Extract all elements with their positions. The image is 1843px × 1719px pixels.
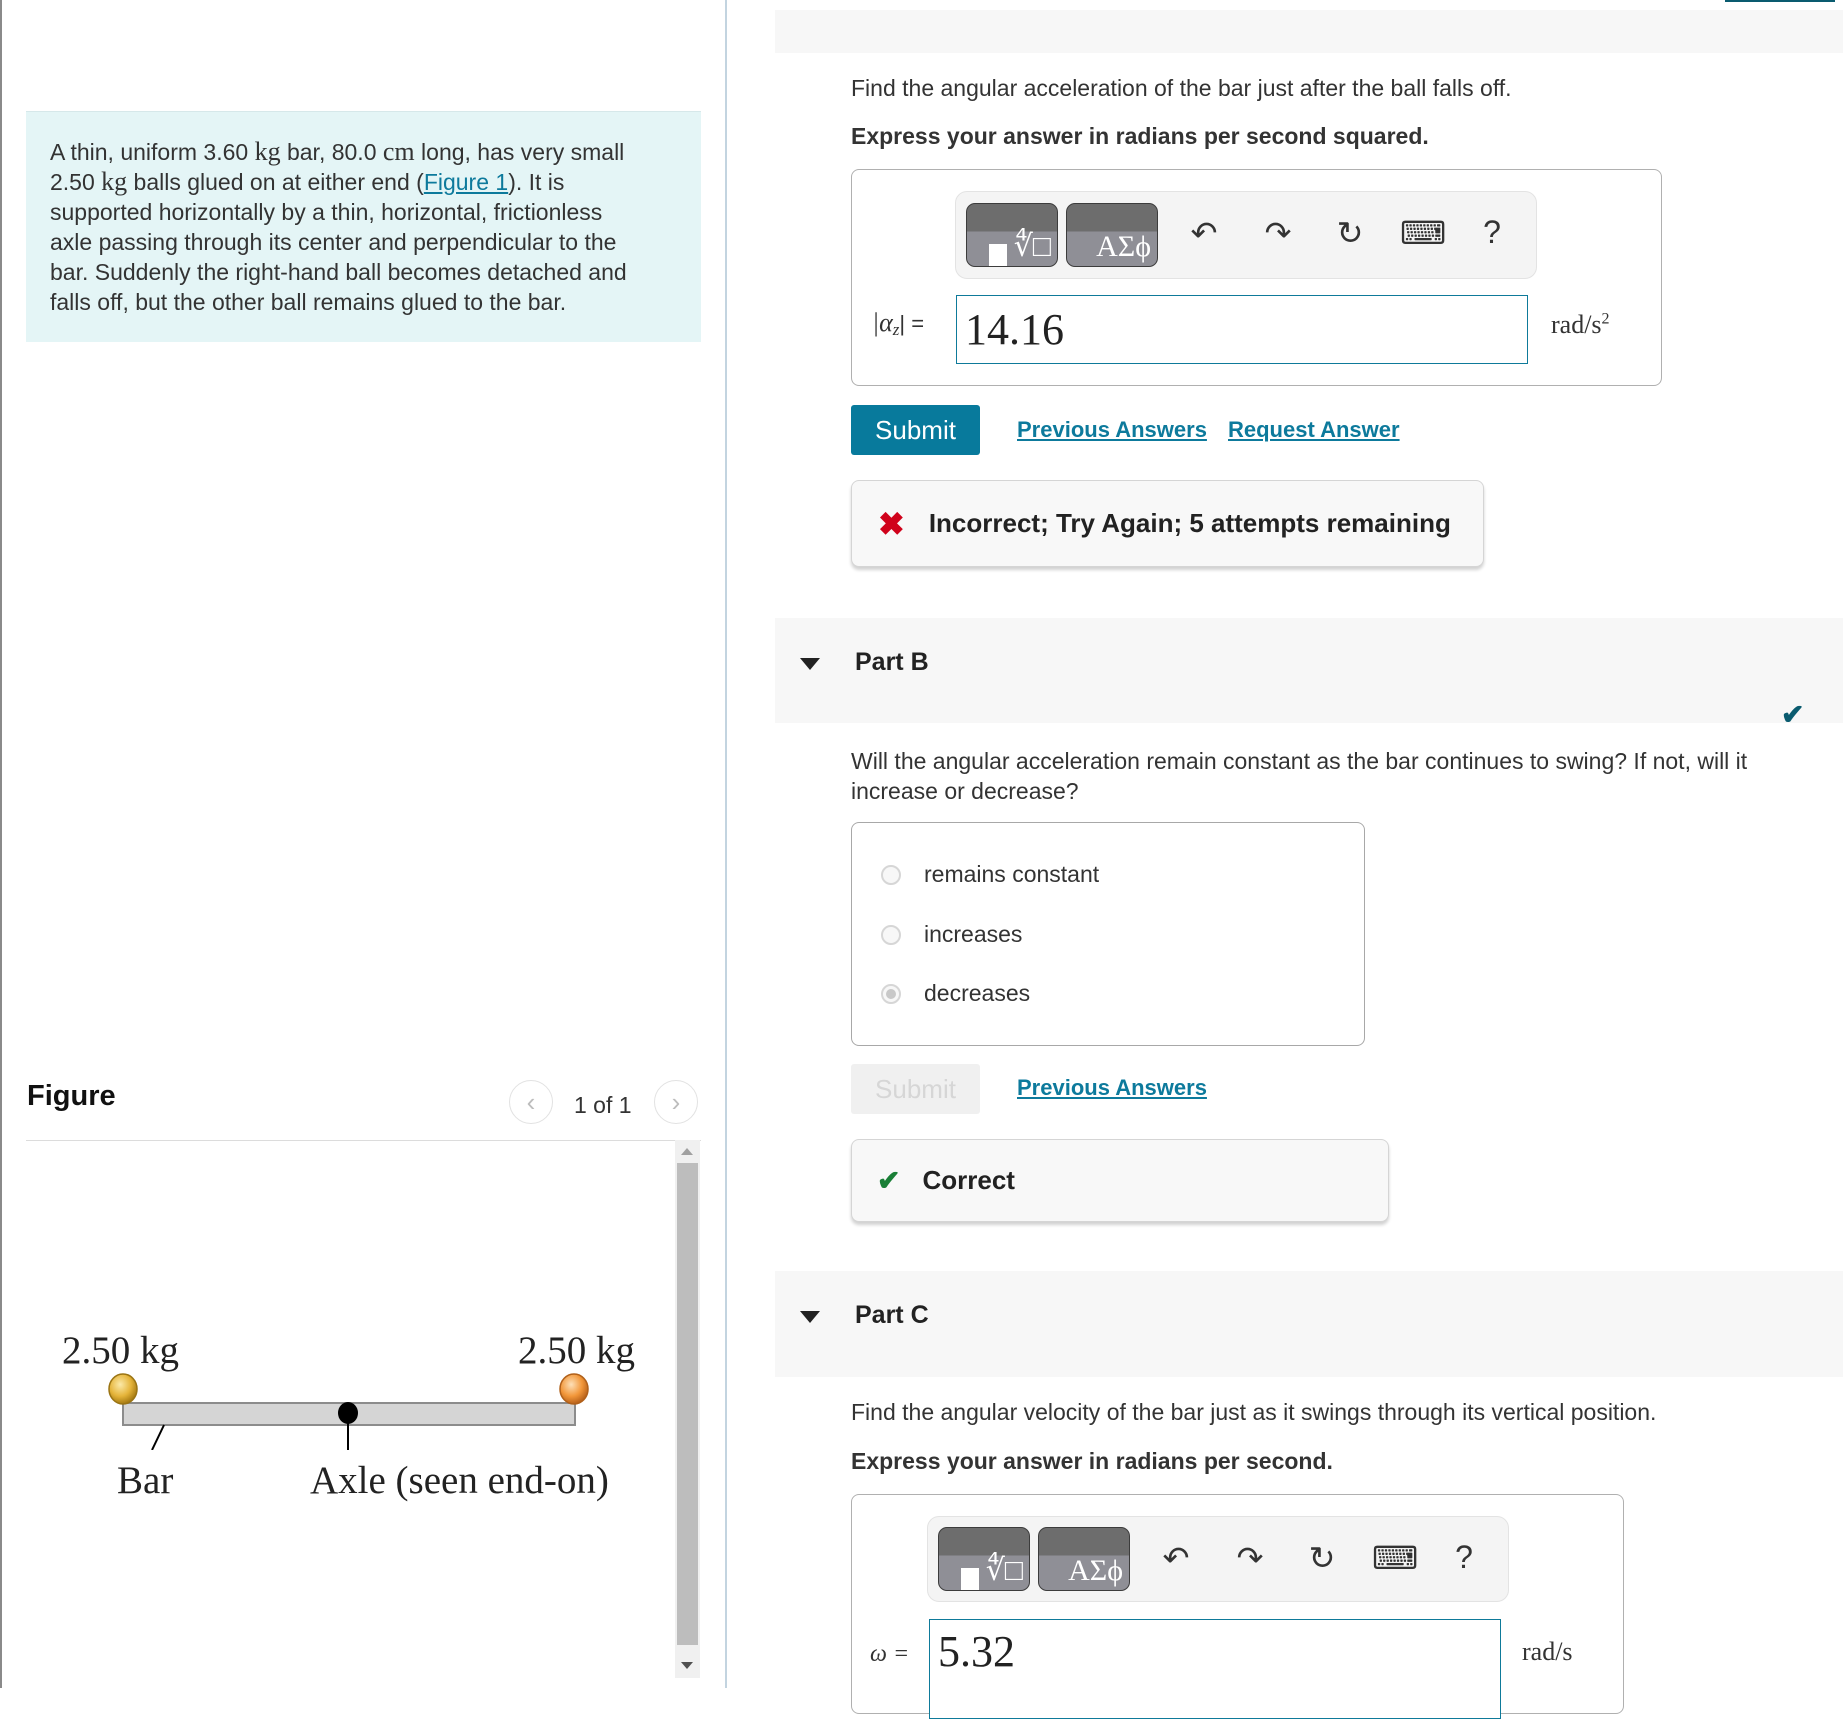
right-ball bbox=[559, 1373, 589, 1405]
part-b-complete-check-icon: ✔ bbox=[1781, 699, 1805, 730]
template-block-icon bbox=[989, 244, 1007, 266]
reset-icon[interactable]: ↻ bbox=[1330, 214, 1370, 252]
undo-icon[interactable]: ↶ bbox=[1184, 214, 1224, 252]
problem-line-4: axle passing through its center and perp… bbox=[50, 229, 617, 255]
keyboard-icon[interactable]: ⌨ bbox=[1400, 214, 1446, 252]
part-c-answer-input[interactable]: 5.32 bbox=[929, 1619, 1501, 1719]
greek-letters-icon: ΑΣϕ bbox=[1096, 230, 1151, 263]
template-block-icon bbox=[961, 1568, 979, 1590]
redo-icon[interactable]: ↷ bbox=[1258, 214, 1298, 252]
undo-icon[interactable]: ↶ bbox=[1156, 1539, 1196, 1577]
part-a-feedback-text: Incorrect; Try Again; 5 attempts remaini… bbox=[928, 508, 1451, 538]
collapse-triangle-icon[interactable] bbox=[800, 658, 820, 670]
templates-button[interactable]: ∜□ bbox=[966, 203, 1058, 267]
figure-next-button[interactable]: › bbox=[654, 1080, 698, 1124]
part-a-variable-label: |αz| = bbox=[872, 308, 925, 340]
top-tab-indicator bbox=[1725, 0, 1835, 2]
window-left-border bbox=[0, 0, 2, 1688]
part-c-question: Find the angular velocity of the bar jus… bbox=[851, 1399, 1657, 1425]
chevron-left-icon: ‹ bbox=[526, 1086, 536, 1117]
part-c-answer-box: ∜□ ΑΣϕ ↶ ↷ ↻ ⌨ ? ω = 5.32 rad/s bbox=[851, 1494, 1624, 1719]
option-decreases[interactable]: decreases bbox=[881, 980, 1030, 1007]
reset-icon[interactable]: ↻ bbox=[1302, 1539, 1342, 1577]
help-icon[interactable]: ? bbox=[1444, 1539, 1484, 1576]
radio-remains-constant[interactable] bbox=[881, 864, 901, 885]
part-c-unit: rad/s bbox=[1522, 1637, 1573, 1666]
option-remains-constant[interactable]: remains constant bbox=[881, 861, 1099, 888]
bar-pointer bbox=[151, 1424, 165, 1450]
greek-symbols-button[interactable]: ΑΣϕ bbox=[1038, 1527, 1130, 1591]
problem-line-6: falls off, but the other ball remains gl… bbox=[50, 289, 567, 315]
bar-label: Bar bbox=[117, 1459, 174, 1502]
part-a-submit-button[interactable]: Submit bbox=[851, 405, 980, 455]
collapse-triangle-icon[interactable] bbox=[800, 1311, 820, 1323]
part-b-title: Part B bbox=[855, 648, 929, 676]
part-a-answer-input[interactable]: 14.16 bbox=[956, 295, 1528, 364]
part-a-header bbox=[775, 10, 1843, 53]
part-a-unit: rad/s2 bbox=[1551, 310, 1610, 339]
radio-increases[interactable] bbox=[881, 924, 901, 945]
part-a-answer-value: 14.16 bbox=[965, 305, 1064, 354]
scroll-down-arrow-icon[interactable] bbox=[681, 1662, 693, 1669]
radical-template-icon: ∜□ bbox=[1013, 230, 1051, 263]
problem-line-2: 2.50 kg balls glued on at either end (Fi… bbox=[50, 167, 565, 196]
part-a-request-answer-link[interactable]: Request Answer bbox=[1228, 417, 1400, 443]
left-ball bbox=[108, 1373, 138, 1405]
greek-letters-icon: ΑΣϕ bbox=[1068, 1554, 1123, 1587]
part-c-variable-label: ω = bbox=[870, 1641, 910, 1667]
option-increases[interactable]: increases bbox=[881, 921, 1022, 948]
part-b-submit-button[interactable]: Submit bbox=[851, 1064, 980, 1114]
problem-line-1: A thin, uniform 3.60 kg bar, 80.0 cm lon… bbox=[50, 137, 625, 166]
problem-line-3: supported horizontally by a thin, horizo… bbox=[50, 199, 603, 225]
redo-icon[interactable]: ↷ bbox=[1230, 1539, 1270, 1577]
figure-title: Figure bbox=[27, 1080, 116, 1112]
figure-prev-button[interactable]: ‹ bbox=[509, 1080, 553, 1124]
radio-decreases[interactable] bbox=[881, 983, 901, 1004]
panel-divider bbox=[725, 0, 727, 1688]
greek-symbols-button[interactable]: ΑΣϕ bbox=[1066, 203, 1158, 267]
part-b-options: remains constant increases decreases bbox=[851, 822, 1365, 1046]
bar-diagram bbox=[108, 1373, 589, 1450]
radical-template-icon: ∜□ bbox=[985, 1554, 1023, 1587]
part-c-math-toolbar: ∜□ ΑΣϕ ↶ ↷ ↻ ⌨ ? bbox=[927, 1516, 1509, 1602]
correct-check-icon: ✔ bbox=[877, 1165, 901, 1196]
part-a-instruction: Express your answer in radians per secon… bbox=[851, 123, 1429, 149]
part-a-feedback: ✖ Incorrect; Try Again; 5 attempts remai… bbox=[851, 480, 1484, 567]
templates-button[interactable]: ∜□ bbox=[938, 1527, 1030, 1591]
problem-line-5: bar. Suddenly the right-hand ball become… bbox=[50, 259, 627, 285]
chevron-right-icon: › bbox=[671, 1086, 681, 1117]
problem-statement: A thin, uniform 3.60 kg bar, 80.0 cm lon… bbox=[26, 111, 701, 342]
part-b-feedback-text: Correct bbox=[922, 1165, 1015, 1195]
incorrect-x-icon: ✖ bbox=[878, 505, 905, 542]
part-c-header[interactable]: Part C bbox=[775, 1271, 1843, 1377]
part-a-previous-answers-link[interactable]: Previous Answers bbox=[1017, 417, 1207, 443]
part-c-title: Part C bbox=[855, 1301, 929, 1329]
scroll-up-arrow-icon[interactable] bbox=[681, 1148, 693, 1155]
help-icon[interactable]: ? bbox=[1472, 214, 1512, 251]
part-a-question: Find the angular acceleration of the bar… bbox=[851, 75, 1512, 101]
part-b-feedback: ✔ Correct bbox=[851, 1139, 1389, 1222]
axle-label: Axle (seen end-on) bbox=[310, 1459, 609, 1502]
axle-dot bbox=[338, 1402, 358, 1424]
part-b-question: Will the angular acceleration remain con… bbox=[851, 748, 1748, 804]
part-a-answer-box: ∜□ ΑΣϕ ↶ ↷ ↻ ⌨ ? |αz| = 14.16 rad/s2 bbox=[851, 169, 1662, 386]
part-a-math-toolbar: ∜□ ΑΣϕ ↶ ↷ ↻ ⌨ ? bbox=[955, 191, 1537, 279]
part-c-instruction: Express your answer in radians per secon… bbox=[851, 1448, 1333, 1474]
figure-link[interactable]: Figure 1 bbox=[424, 169, 508, 195]
part-b-header[interactable]: Part B ✔ bbox=[775, 618, 1843, 730]
figure-counter: 1 of 1 bbox=[574, 1092, 632, 1118]
figure-divider bbox=[26, 1140, 701, 1141]
part-b-previous-answers-link[interactable]: Previous Answers bbox=[1017, 1075, 1207, 1101]
part-c-answer-value: 5.32 bbox=[938, 1627, 1015, 1676]
figure-scroll-thumb[interactable] bbox=[677, 1163, 698, 1645]
keyboard-icon[interactable]: ⌨ bbox=[1372, 1539, 1418, 1577]
